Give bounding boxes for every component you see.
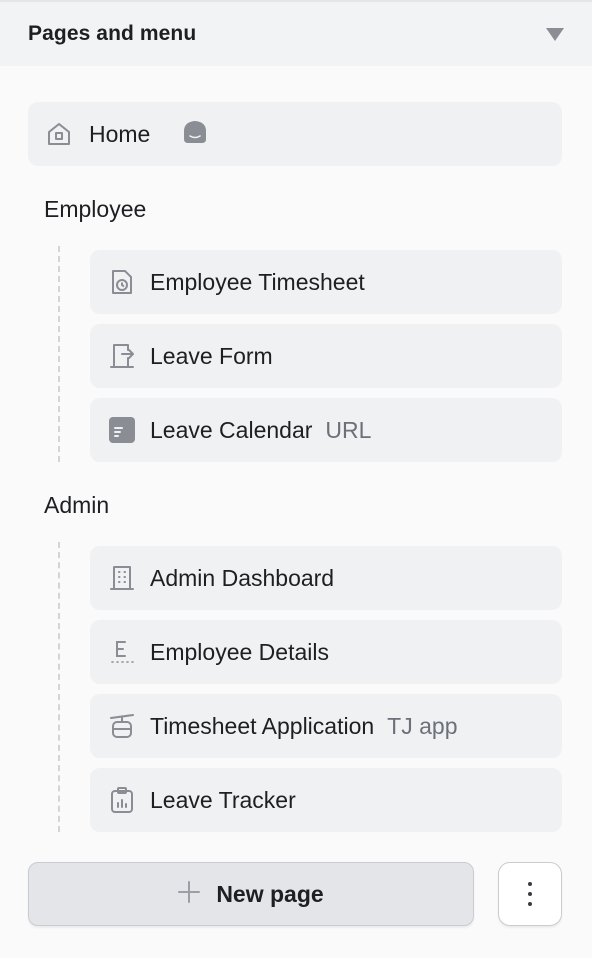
page-item-label: Timesheet Application bbox=[150, 712, 375, 739]
more-options-button[interactable] bbox=[498, 862, 562, 926]
page-item-home[interactable]: Home bbox=[28, 102, 562, 166]
pages-menu-header[interactable]: Pages and menu bbox=[0, 2, 592, 66]
group-tree-line bbox=[58, 246, 60, 462]
clock-document-icon bbox=[108, 268, 136, 296]
page-item-leave-calendar[interactable]: Leave Calendar URL bbox=[90, 398, 562, 462]
page-item-tag: URL bbox=[325, 416, 372, 443]
page-item-label: Employee Details bbox=[150, 638, 329, 665]
more-vertical-icon-dot bbox=[528, 902, 532, 906]
panel-title: Pages and menu bbox=[28, 22, 197, 45]
page-item-leave-tracker[interactable]: Leave Tracker bbox=[90, 768, 562, 832]
clipboard-chart-icon bbox=[108, 786, 136, 814]
group-label-employee: Employee bbox=[44, 196, 147, 222]
page-item-label: Leave Tracker bbox=[150, 786, 296, 813]
cable-car-icon bbox=[108, 712, 136, 740]
page-item-admin-dashboard[interactable]: Admin Dashboard bbox=[90, 546, 562, 610]
triangle-down-icon[interactable] bbox=[546, 27, 564, 41]
group-tree-line bbox=[58, 542, 60, 832]
page-item-label: Leave Calendar bbox=[150, 416, 313, 443]
new-page-button[interactable]: New page bbox=[28, 862, 474, 926]
page-item-tag: TJ app bbox=[387, 712, 458, 739]
letter-e-icon bbox=[108, 638, 136, 666]
page-item-label: Employee Timesheet bbox=[150, 268, 365, 295]
plus-icon bbox=[178, 879, 201, 909]
page-item-label: Admin Dashboard bbox=[150, 564, 335, 591]
building-icon bbox=[108, 564, 136, 592]
exit-door-icon bbox=[108, 342, 136, 370]
home-icon bbox=[45, 120, 73, 148]
more-vertical-icon bbox=[528, 882, 532, 886]
group-label-admin: Admin bbox=[44, 492, 110, 518]
page-item-employee-details[interactable]: Employee Details bbox=[90, 620, 562, 684]
more-vertical-icon-dot bbox=[528, 892, 532, 896]
page-item-timesheet-application[interactable]: Timesheet Application TJ app bbox=[90, 694, 562, 758]
page-item-label: Home bbox=[89, 120, 151, 147]
home-badge-icon bbox=[182, 119, 208, 150]
url-page-icon bbox=[108, 416, 136, 444]
new-page-label: New page bbox=[216, 880, 324, 907]
page-item-label: Leave Form bbox=[150, 342, 273, 369]
page-item-leave-form[interactable]: Leave Form bbox=[90, 324, 562, 388]
page-item-employee-timesheet[interactable]: Employee Timesheet bbox=[90, 250, 562, 314]
